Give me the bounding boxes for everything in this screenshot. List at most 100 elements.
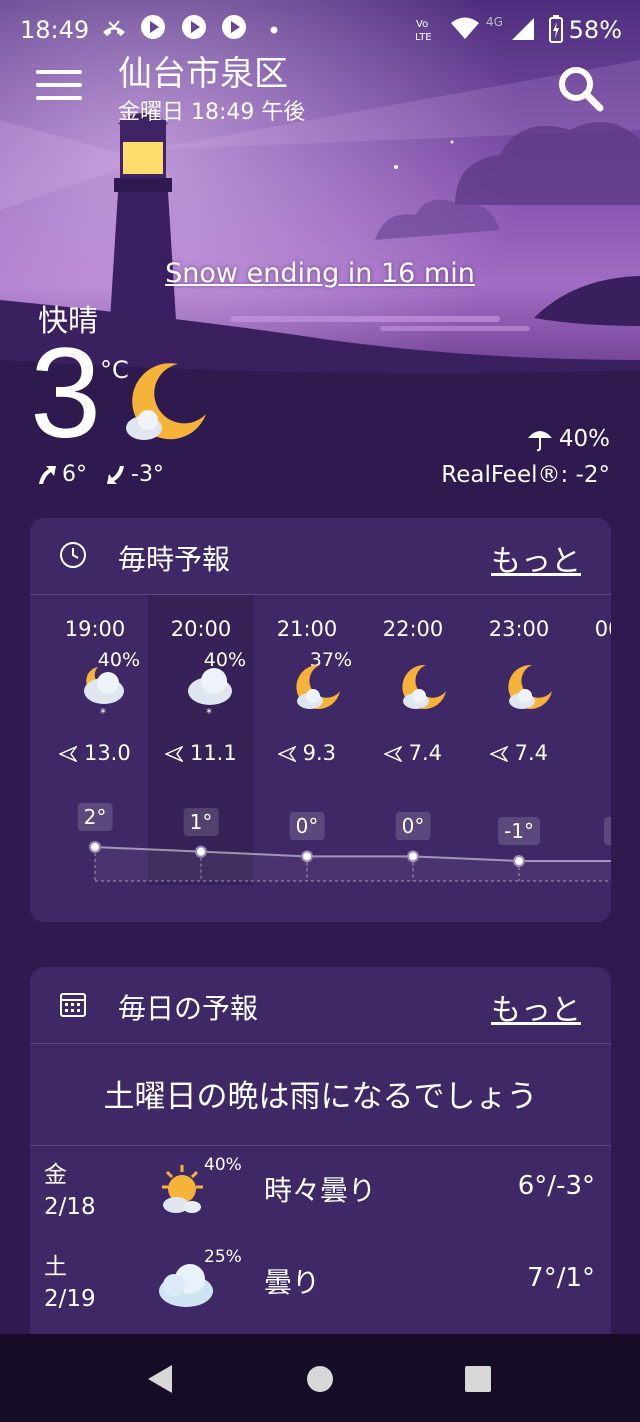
wind-arrow-icon xyxy=(58,745,79,763)
arrow-up-icon xyxy=(39,465,56,484)
svg-text:LTE: LTE xyxy=(415,32,432,42)
missed-call-icon xyxy=(103,20,125,36)
daily-forecast-card: 毎日の予報 もっと 土曜日の晩は雨になるでしょう 金 2/18 40% 時々曇り… xyxy=(30,967,611,1347)
svg-text:4G: 4G xyxy=(486,15,503,29)
daily-row[interactable]: 土 2/19 25% 曇り 7°/1° xyxy=(30,1247,611,1341)
svg-text:*: * xyxy=(206,706,212,720)
more-notifications-dot-icon xyxy=(270,26,278,34)
day-temps: 7°/1° xyxy=(527,1263,595,1293)
precip-value: 40% xyxy=(558,426,610,452)
arrow-down-icon xyxy=(107,465,124,484)
realfeel: RealFeel®: -2° xyxy=(441,462,610,488)
hour-time: 23:00 xyxy=(488,617,550,641)
hour-wind: 9.3 xyxy=(254,741,360,765)
day-label: 金 2/18 xyxy=(44,1159,96,1223)
wind-arrow-icon xyxy=(277,745,298,763)
moon-cloud-icon xyxy=(126,363,206,440)
sun-cloud-icon xyxy=(162,1165,203,1213)
search-icon[interactable] xyxy=(556,64,606,114)
hour-time: 19:00 xyxy=(64,617,126,641)
hourly-header: 毎時予報 もっと xyxy=(30,518,611,595)
hourly-more-link[interactable]: もっと xyxy=(491,536,581,580)
play-notification-icon xyxy=(182,15,206,39)
daily-row[interactable]: 金 2/18 40% 時々曇り 6°/-3° xyxy=(30,1155,611,1249)
calendar-icon xyxy=(60,993,86,1017)
wifi-icon xyxy=(451,17,479,39)
daily-more-link[interactable]: もっと xyxy=(491,985,581,1029)
temp-label: 1° xyxy=(183,807,219,836)
cloud-snow-icon: * xyxy=(188,668,232,720)
menu-icon[interactable] xyxy=(36,70,82,104)
clock-icon xyxy=(60,542,86,568)
hourly-title: 毎時予報 xyxy=(118,543,231,576)
hour-time: 22:00 xyxy=(382,617,444,641)
hour-wind: 13.0 xyxy=(42,741,148,765)
temp-label: -1° xyxy=(604,817,611,845)
hour-wind: 11.1 xyxy=(148,741,254,765)
wind-arrow-icon xyxy=(383,745,404,763)
navigation-bar xyxy=(0,1334,640,1422)
high-temp: 6° xyxy=(62,462,87,487)
moon-cloud-icon xyxy=(608,661,611,721)
daily-header: 毎日の予報 もっと xyxy=(30,967,611,1044)
moon-cloud-snow-icon: * xyxy=(84,667,124,720)
temp-label: 0° xyxy=(395,812,431,841)
wind-speed: 7.4 xyxy=(408,741,443,765)
location-datetime: 金曜日 18:49 午後 xyxy=(118,100,306,125)
temp-point xyxy=(301,850,313,863)
home-icon[interactable] xyxy=(306,1365,334,1393)
battery-percent: 58% xyxy=(568,16,622,44)
day-date: 2/19 xyxy=(44,1286,96,1312)
signal-4g-icon: 4G xyxy=(486,15,534,40)
hour-wind xyxy=(572,741,611,765)
temp-point xyxy=(195,845,207,858)
umbrella-icon xyxy=(527,431,552,452)
temp-label: 2° xyxy=(77,803,113,831)
day-date: 2/18 xyxy=(44,1194,96,1220)
play-notification-icon xyxy=(141,15,165,39)
divider xyxy=(30,1145,611,1146)
temp-point xyxy=(89,841,101,853)
daily-title: 毎日の予報 xyxy=(118,992,259,1025)
day-temps: 6°/-3° xyxy=(517,1171,595,1201)
low-temp: -3° xyxy=(131,462,164,487)
day-of-week: 金 xyxy=(44,1162,67,1188)
moon-cloud-icon xyxy=(402,664,446,709)
status-time: 18:49 xyxy=(20,16,90,44)
wind-arrow-icon xyxy=(164,745,185,763)
svg-text:Vo: Vo xyxy=(416,19,428,30)
wind-speed: 11.1 xyxy=(189,741,237,765)
hour-time: 00:00 xyxy=(594,617,611,641)
current-temperature: 3 xyxy=(30,322,102,465)
daily-summary: 土曜日の晩は雨になるでしょう xyxy=(103,1079,538,1115)
wind-speed: 13.0 xyxy=(83,741,131,765)
hourly-forecast-card: 毎時予報 もっと 19:00 40% * 13.0 20:00 40% * 11.1 21:… xyxy=(30,518,611,922)
hourly-scroll[interactable]: 19:00 40% * 13.0 20:00 40% * 11.1 21:00 37% 9.3… xyxy=(30,595,611,921)
recents-icon[interactable] xyxy=(464,1365,492,1393)
minutecast-link[interactable]: Snow ending in 16 min xyxy=(0,258,640,289)
day-condition: 曇り xyxy=(264,1266,321,1299)
wind-speed: 7.4 xyxy=(514,741,549,765)
svg-text:*: * xyxy=(100,706,106,720)
back-icon[interactable] xyxy=(146,1364,174,1394)
wind-speed: 9.3 xyxy=(302,741,337,765)
temp-label: 0° xyxy=(289,812,325,841)
day-condition: 時々曇り xyxy=(264,1174,377,1207)
moon-cloud-icon xyxy=(296,664,340,709)
day-label: 土 2/19 xyxy=(44,1251,96,1315)
hero-background: 18:49 Vo LTE 4G 58% 仙台市泉区 金曜日 18:49 午後 S… xyxy=(0,0,640,520)
location-title[interactable]: 仙台市泉区 xyxy=(118,46,288,95)
battery-charging-icon xyxy=(549,15,563,43)
status-bar: 18:49 Vo LTE 4G 58% xyxy=(0,0,640,60)
hour-wind: 7.4 xyxy=(360,741,466,765)
temp-point xyxy=(407,850,419,863)
temp-label: -1° xyxy=(498,817,540,845)
day-precip: 40% xyxy=(204,1155,242,1175)
volte-icon: Vo LTE xyxy=(415,19,432,42)
play-notification-icon xyxy=(222,15,246,39)
hour-time: 21:00 xyxy=(276,617,338,641)
day-of-week: 土 xyxy=(44,1254,67,1280)
day-precip: 25% xyxy=(204,1247,242,1267)
temp-area xyxy=(95,847,611,881)
moon-cloud-icon xyxy=(508,664,552,709)
